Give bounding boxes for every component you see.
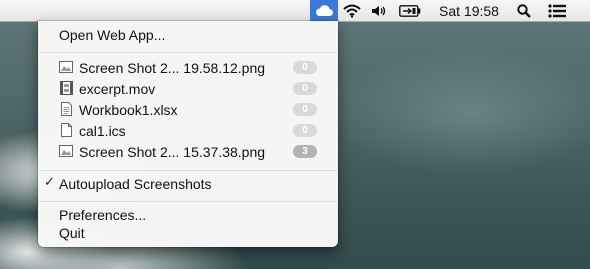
image-file-icon	[59, 60, 73, 74]
menu-separator	[39, 52, 337, 53]
wifi-icon	[343, 4, 361, 18]
checkmark-icon: ✓	[44, 174, 55, 189]
file-name: cal1.ics	[79, 122, 126, 139]
menu-bar: Sat 19:58	[0, 0, 590, 22]
menu-item-label: Quit	[59, 224, 85, 241]
upload-count-badge: 0	[293, 61, 317, 74]
battery-icon	[399, 4, 421, 17]
menu-item-label: Autoupload Screenshots	[59, 175, 212, 192]
autoupload-screenshots-menu-item[interactable]: ✓ Autoupload Screenshots	[38, 173, 338, 194]
quit-menu-item[interactable]: Quit	[38, 222, 338, 243]
recent-file-item[interactable]: cal1.ics 0	[38, 120, 338, 141]
file-name: Workbook1.xlsx	[79, 101, 178, 118]
menu-separator	[39, 170, 337, 171]
volume-menu-extra[interactable]	[369, 0, 389, 21]
battery-menu-extra[interactable]	[397, 0, 423, 21]
image-file-icon	[59, 144, 73, 158]
notification-center-menu-extra[interactable]	[546, 0, 568, 21]
menu-bar-clock[interactable]: Sat 19:58	[433, 0, 505, 21]
recent-file-item[interactable]: excerpt.mov 0	[38, 78, 338, 99]
upload-count-badge: 0	[293, 103, 317, 116]
notification-list-icon	[548, 3, 566, 18]
movie-file-icon	[59, 81, 73, 95]
file-name: Screen Shot 2... 15.37.38.png	[79, 143, 266, 160]
volume-icon	[372, 5, 386, 16]
document-file-icon	[59, 102, 73, 116]
recent-file-item[interactable]: Screen Shot 2... 15.37.38.png 3	[38, 141, 338, 162]
file-name: Screen Shot 2... 19.58.12.png	[79, 59, 266, 76]
recent-file-item[interactable]: Screen Shot 2... 19.58.12.png 0	[38, 57, 338, 78]
cloud-icon	[316, 5, 333, 16]
upload-count-badge: 0	[293, 124, 317, 137]
wifi-menu-extra[interactable]	[341, 0, 363, 21]
upload-count-badge: 0	[293, 82, 317, 95]
upload-count-badge: 3	[293, 145, 317, 158]
cloud-app-menu-extra[interactable]	[310, 0, 338, 21]
menu-item-label: Preferences...	[59, 206, 147, 223]
menu-separator	[39, 201, 337, 202]
file-name: excerpt.mov	[79, 80, 156, 97]
cloud-app-dropdown-menu: Open Web App... Screen Shot 2... 19.58.1…	[38, 21, 338, 247]
open-web-app-menu-item[interactable]: Open Web App...	[38, 24, 338, 45]
spotlight-menu-extra[interactable]	[515, 0, 533, 21]
recent-file-item[interactable]: Workbook1.xlsx 0	[38, 99, 338, 120]
menu-item-label: Open Web App...	[59, 26, 166, 43]
blank-file-icon	[59, 123, 73, 137]
search-icon	[517, 3, 531, 18]
